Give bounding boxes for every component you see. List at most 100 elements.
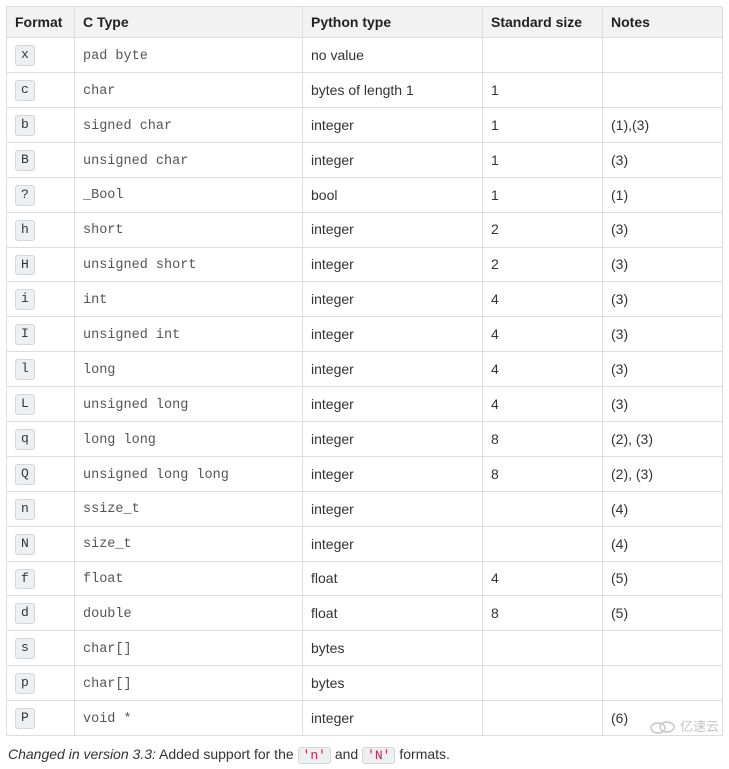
cell-ctype: unsigned long long — [75, 456, 303, 491]
cell-ctype: char[] — [75, 631, 303, 666]
cell-notes: (3) — [603, 212, 723, 247]
struct-format-table: Format C Type Python type Standard size … — [6, 6, 723, 736]
cell-size: 1 — [483, 73, 603, 108]
table-row: schar[]bytes — [7, 631, 723, 666]
format-code: ? — [15, 185, 35, 206]
cell-size — [483, 526, 603, 561]
cell-ctype: size_t — [75, 526, 303, 561]
table-row: ddoublefloat8(5) — [7, 596, 723, 631]
table-row: Iunsigned intinteger4(3) — [7, 317, 723, 352]
ctype-text: unsigned long — [83, 398, 188, 413]
cell-ctype: unsigned char — [75, 142, 303, 177]
ctype-text: long — [83, 363, 115, 378]
footnote-mid: and — [331, 746, 362, 762]
cell-ctype: int — [75, 282, 303, 317]
cell-ctype: char — [75, 73, 303, 108]
cloud-icon — [648, 717, 676, 735]
cell-pytype: integer — [303, 352, 483, 387]
cell-pytype: no value — [303, 38, 483, 73]
cell-format: b — [7, 107, 75, 142]
cell-format: f — [7, 561, 75, 596]
code-n: 'n' — [298, 747, 331, 764]
cell-format: L — [7, 387, 75, 422]
ctype-text: ssize_t — [83, 502, 140, 517]
format-code: q — [15, 429, 35, 450]
table-row: pchar[]bytes — [7, 666, 723, 701]
ctype-text: size_t — [83, 537, 132, 552]
cell-pytype: integer — [303, 421, 483, 456]
cell-size: 2 — [483, 212, 603, 247]
cell-format: d — [7, 596, 75, 631]
format-code: x — [15, 45, 35, 66]
format-code: i — [15, 289, 35, 310]
ctype-text: short — [83, 223, 124, 238]
format-code: P — [15, 708, 35, 729]
cell-format: I — [7, 317, 75, 352]
table-row: qlong longinteger8(2), (3) — [7, 421, 723, 456]
table-row: Pvoid *integer(6) — [7, 701, 723, 736]
cell-size: 1 — [483, 142, 603, 177]
table-row: Lunsigned longinteger4(3) — [7, 387, 723, 422]
ctype-text: int — [83, 293, 107, 308]
cell-format: c — [7, 73, 75, 108]
ctype-text: char[] — [83, 677, 132, 692]
cell-notes: (3) — [603, 282, 723, 317]
code-upper-n: 'N' — [362, 747, 395, 764]
cell-size: 4 — [483, 352, 603, 387]
watermark: 亿速云 — [648, 716, 719, 735]
ctype-text: pad byte — [83, 49, 148, 64]
table-row: n ssize_t integer (4) — [7, 491, 723, 526]
ctype-text: _Bool — [83, 188, 124, 203]
table-row: Bunsigned charinteger1(3) — [7, 142, 723, 177]
ctype-text: float — [83, 572, 124, 587]
table-row: hshortinteger2(3) — [7, 212, 723, 247]
table-header-row: Format C Type Python type Standard size … — [7, 7, 723, 38]
cell-size: 1 — [483, 177, 603, 212]
cell-format: Q — [7, 456, 75, 491]
table-row: ffloatfloat4(5) — [7, 561, 723, 596]
footnote-pre: Added support for the — [156, 746, 298, 762]
cell-notes: (1),(3) — [603, 107, 723, 142]
cell-ctype: char[] — [75, 666, 303, 701]
cell-format: P — [7, 701, 75, 736]
ctype-text: unsigned short — [83, 258, 196, 273]
watermark-text: 亿速云 — [680, 716, 719, 735]
format-code: h — [15, 220, 35, 241]
ctype-text: char[] — [83, 642, 132, 657]
cell-format: H — [7, 247, 75, 282]
table-row: Hunsigned shortinteger2(3) — [7, 247, 723, 282]
cell-pytype: float — [303, 596, 483, 631]
table-row: llonginteger4(3) — [7, 352, 723, 387]
header-ctype: C Type — [75, 7, 303, 38]
changed-label: Changed in version 3.3: — [8, 746, 156, 762]
cell-ctype: _Bool — [75, 177, 303, 212]
cell-size — [483, 491, 603, 526]
format-code: I — [15, 324, 35, 345]
cell-ctype: ssize_t — [75, 491, 303, 526]
cell-size: 4 — [483, 561, 603, 596]
cell-notes: (2), (3) — [603, 421, 723, 456]
cell-format: h — [7, 212, 75, 247]
cell-pytype: integer — [303, 491, 483, 526]
header-size: Standard size — [483, 7, 603, 38]
cell-pytype: integer — [303, 282, 483, 317]
cell-notes: (3) — [603, 317, 723, 352]
table-row: iintinteger4(3) — [7, 282, 723, 317]
format-code: c — [15, 80, 35, 101]
header-notes: Notes — [603, 7, 723, 38]
cell-pytype: bytes — [303, 631, 483, 666]
cell-size: 8 — [483, 596, 603, 631]
format-code: H — [15, 255, 35, 276]
footnote-post: formats. — [395, 746, 449, 762]
table-row: ?_Boolbool1(1) — [7, 177, 723, 212]
cell-notes: (4) — [603, 491, 723, 526]
cell-pytype: float — [303, 561, 483, 596]
ctype-text: void * — [83, 712, 132, 727]
cell-format: i — [7, 282, 75, 317]
cell-notes: (3) — [603, 387, 723, 422]
cell-notes — [603, 631, 723, 666]
cell-notes: (5) — [603, 561, 723, 596]
cell-ctype: void * — [75, 701, 303, 736]
format-code: n — [15, 499, 35, 520]
cell-size: 4 — [483, 317, 603, 352]
